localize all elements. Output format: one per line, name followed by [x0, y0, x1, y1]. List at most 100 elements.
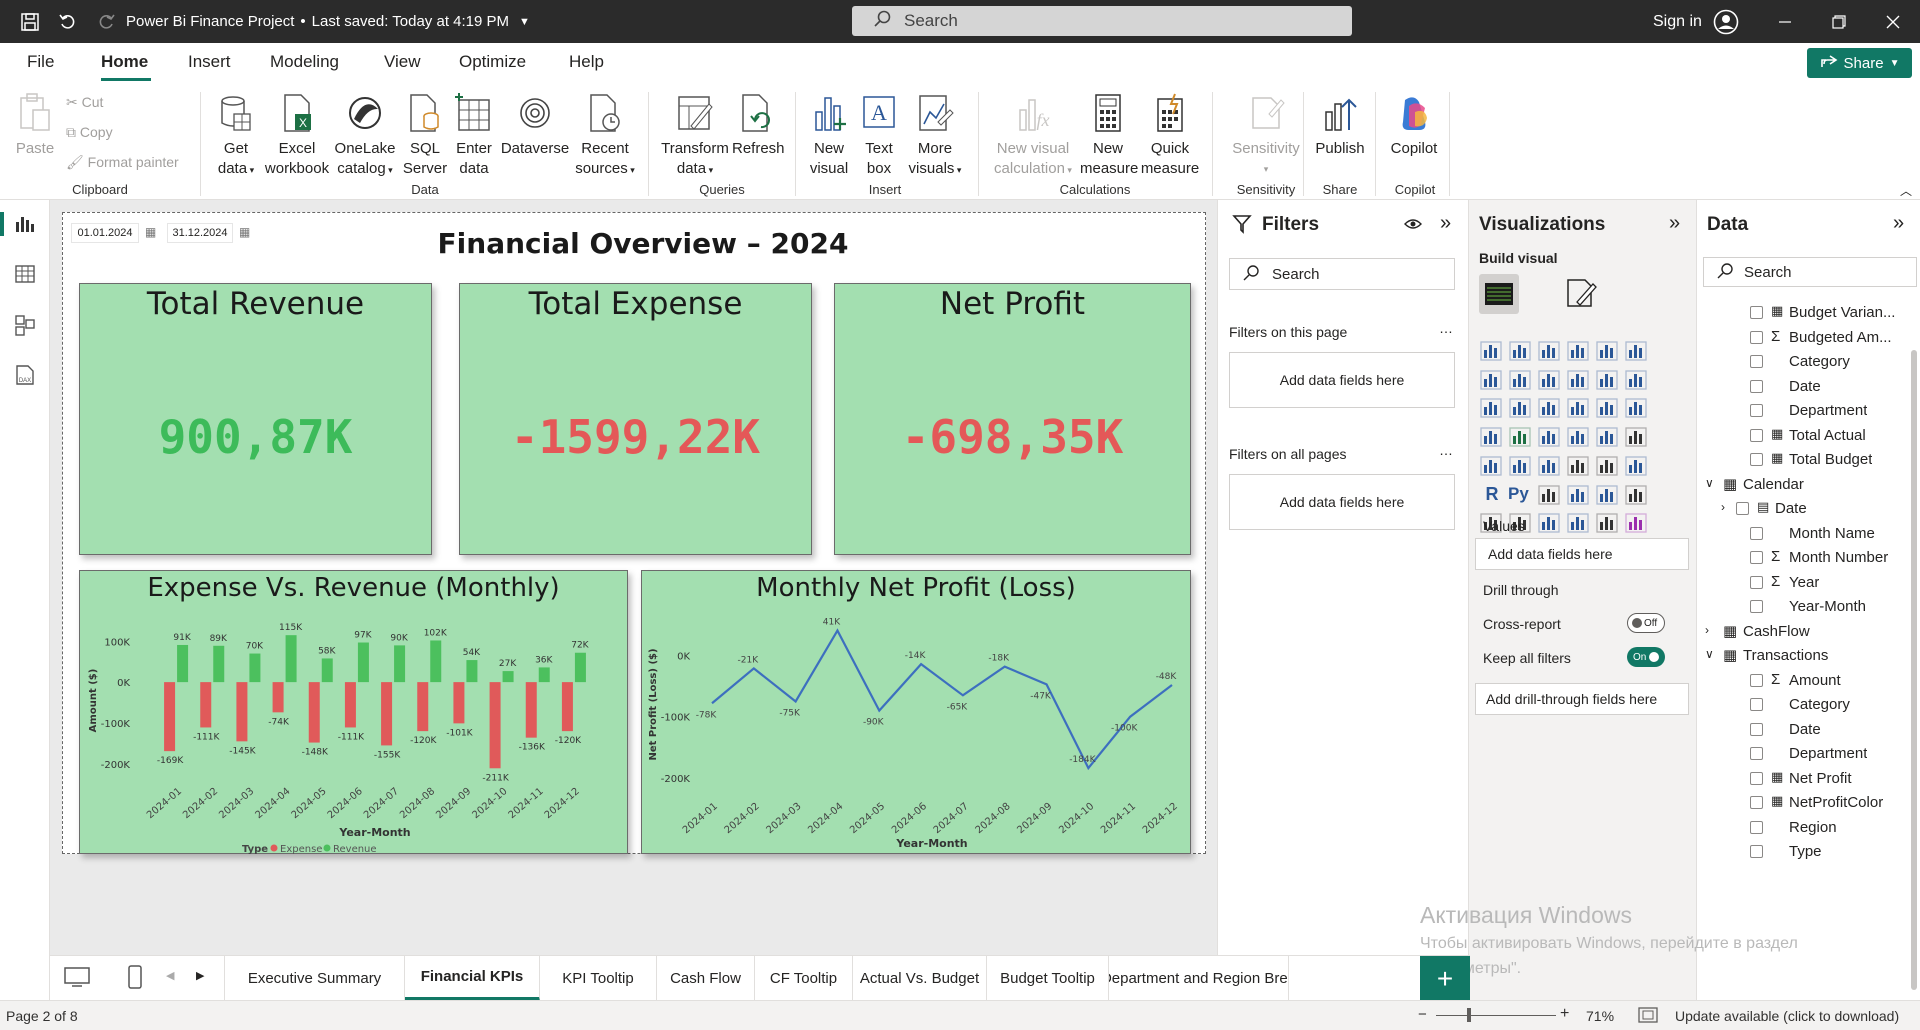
zoom-slider[interactable]	[1436, 1015, 1556, 1016]
power-apps-icon[interactable]	[1537, 512, 1563, 538]
table-icon[interactable]	[1595, 455, 1621, 481]
field-row[interactable]: ▦ Total Budget	[1697, 450, 1907, 472]
page-tab[interactable]: Cash Flow	[657, 956, 755, 1001]
field-row[interactable]: Type	[1697, 842, 1907, 864]
field-checkbox[interactable]	[1750, 796, 1763, 809]
pie-icon[interactable]	[1595, 397, 1621, 423]
field-checkbox[interactable]	[1750, 820, 1763, 834]
share-button[interactable]: Share ▼	[1807, 48, 1912, 78]
date-to-input[interactable]: 31.12.2024	[167, 223, 233, 243]
calendar-icon[interactable]: ▦	[145, 225, 156, 239]
field-row[interactable]: › ▤ Date	[1697, 499, 1907, 521]
mobile-layout-icon[interactable]	[128, 965, 142, 993]
fit-to-page-icon[interactable]	[1638, 1007, 1658, 1026]
map-icon[interactable]	[1508, 426, 1534, 452]
collapse-viz-icon[interactable]: »	[1669, 212, 1680, 235]
power-automate-icon[interactable]	[1566, 512, 1592, 538]
100-bar-icon[interactable]	[1595, 340, 1621, 366]
menu-modeling[interactable]: Modeling	[270, 52, 339, 72]
data-scrollbar[interactable]	[1911, 350, 1917, 990]
field-checkbox[interactable]	[1750, 306, 1763, 319]
field-checkbox[interactable]	[1750, 747, 1763, 760]
publish-button[interactable]: Publish	[1312, 92, 1368, 159]
slicer-icon[interactable]	[1566, 455, 1592, 481]
search-box[interactable]: Search	[852, 6, 1352, 36]
kpi-card-total-expense[interactable]: Total Expense -1599,22K	[459, 283, 812, 555]
treemap-icon[interactable]	[1479, 426, 1505, 452]
enter-data-button[interactable]: Enter data	[452, 92, 496, 179]
field-checkbox[interactable]	[1750, 526, 1763, 540]
menu-home[interactable]: Home	[101, 52, 148, 72]
page-tab[interactable]: Financial KPIs	[405, 956, 540, 1001]
zoom-slider-thumb[interactable]	[1467, 1008, 1471, 1022]
copy-button[interactable]: ⧉ Copy	[66, 122, 113, 142]
qa-icon[interactable]	[1595, 484, 1621, 510]
add-page-button[interactable]: +	[1420, 956, 1470, 1001]
eye-icon[interactable]	[1404, 216, 1422, 236]
data-search-input[interactable]: Search	[1703, 257, 1917, 287]
field-row[interactable]: Category	[1697, 352, 1907, 374]
field-checkbox[interactable]	[1750, 698, 1763, 711]
kpi-card-net-profit[interactable]: Net Profit -698,35K	[834, 283, 1191, 555]
monthly-net-profit-chart[interactable]: Monthly Net Profit (Loss) 0K -100K -200K Ne…	[641, 570, 1191, 854]
clustered-bar-icon[interactable]	[1537, 340, 1563, 366]
field-checkbox[interactable]	[1750, 355, 1763, 368]
keep-filters-toggle[interactable]: On	[1627, 647, 1665, 667]
format-painter-button[interactable]: 🖌 Format painter	[66, 152, 179, 172]
page-tab[interactable]: Actual Vs. Budget	[853, 956, 987, 1001]
menu-optimize[interactable]: Optimize	[459, 52, 526, 72]
field-row[interactable]: Department	[1697, 401, 1907, 423]
field-row[interactable]: ▦ NetProfitColor	[1697, 793, 1907, 815]
field-checkbox[interactable]	[1750, 722, 1763, 736]
new-visual-calculation-button[interactable]: fx New visual calculation ▾	[988, 92, 1078, 180]
new-measure-button[interactable]: New measure	[1080, 92, 1138, 179]
dax-query-icon[interactable]: DAX	[14, 364, 36, 392]
field-row[interactable]: Region	[1697, 818, 1907, 840]
field-row[interactable]: ▦ Total Actual	[1697, 426, 1907, 448]
cross-report-toggle[interactable]: Off	[1627, 613, 1665, 633]
get-data-button[interactable]: Get data ▾	[210, 92, 262, 180]
field-row[interactable]: ▦ Budget Varian...	[1697, 303, 1907, 325]
page-tab[interactable]: CF Tooltip	[755, 956, 853, 1001]
waterfall-icon[interactable]	[1508, 397, 1534, 423]
build-visual-tab[interactable]	[1479, 274, 1519, 314]
field-checkbox[interactable]	[1736, 502, 1749, 515]
onelake-catalog-button[interactable]: OneLake catalog ▾	[333, 92, 397, 180]
filled-map-icon[interactable]	[1537, 426, 1563, 452]
save-icon[interactable]	[20, 0, 40, 43]
decomposition-tree-icon[interactable]	[1566, 484, 1592, 510]
more-options-icon[interactable]: …	[1439, 320, 1453, 336]
diamond-icon[interactable]	[1624, 512, 1650, 538]
collapse-data-icon[interactable]: »	[1893, 212, 1904, 235]
text-box-button[interactable]: A Text box	[858, 92, 900, 179]
100-area-icon[interactable]	[1566, 369, 1592, 395]
table-node[interactable]: ∨ ▦ Transactions	[1697, 646, 1907, 668]
kpi-icon[interactable]	[1537, 455, 1563, 481]
stacked-column-icon[interactable]	[1508, 340, 1534, 366]
quick-measure-button[interactable]: Quick measure	[1140, 92, 1200, 179]
funnel-icon[interactable]	[1537, 397, 1563, 423]
menu-insert[interactable]: Insert	[188, 52, 231, 72]
collapse-filters-icon[interactable]: »	[1440, 212, 1451, 235]
more-options-icon[interactable]: …	[1439, 442, 1453, 458]
multi-row-card-icon[interactable]	[1508, 455, 1534, 481]
field-checkbox[interactable]	[1750, 771, 1763, 785]
menu-help[interactable]: Help	[569, 52, 604, 72]
field-checkbox[interactable]	[1750, 600, 1763, 613]
field-checkbox[interactable]	[1750, 551, 1763, 564]
account-icon[interactable]	[1713, 0, 1739, 43]
date-from-input[interactable]: 01.01.2024	[71, 223, 139, 243]
r-visual-icon[interactable]: R	[1479, 484, 1505, 510]
dataverse-button[interactable]: Dataverse	[500, 92, 570, 159]
sign-in-button[interactable]: Sign in	[1653, 0, 1702, 43]
menu-file[interactable]: File	[27, 52, 54, 72]
expense-vs-revenue-chart[interactable]: Expense Vs. Revenue (Monthly) 100K 0K -100…	[79, 570, 628, 855]
cut-button[interactable]: ✂ Cut	[66, 92, 103, 112]
new-visual-button[interactable]: New visual	[806, 92, 852, 179]
field-checkbox[interactable]	[1750, 330, 1763, 344]
file-title-dropdown[interactable]: Power Bi Finance Project • Last saved: T…	[126, 0, 530, 43]
line-icon[interactable]	[1479, 369, 1505, 395]
field-row[interactable]: Σ Amount	[1697, 671, 1907, 693]
area-icon[interactable]	[1508, 369, 1534, 395]
filters-search-input[interactable]: Search	[1229, 258, 1455, 290]
